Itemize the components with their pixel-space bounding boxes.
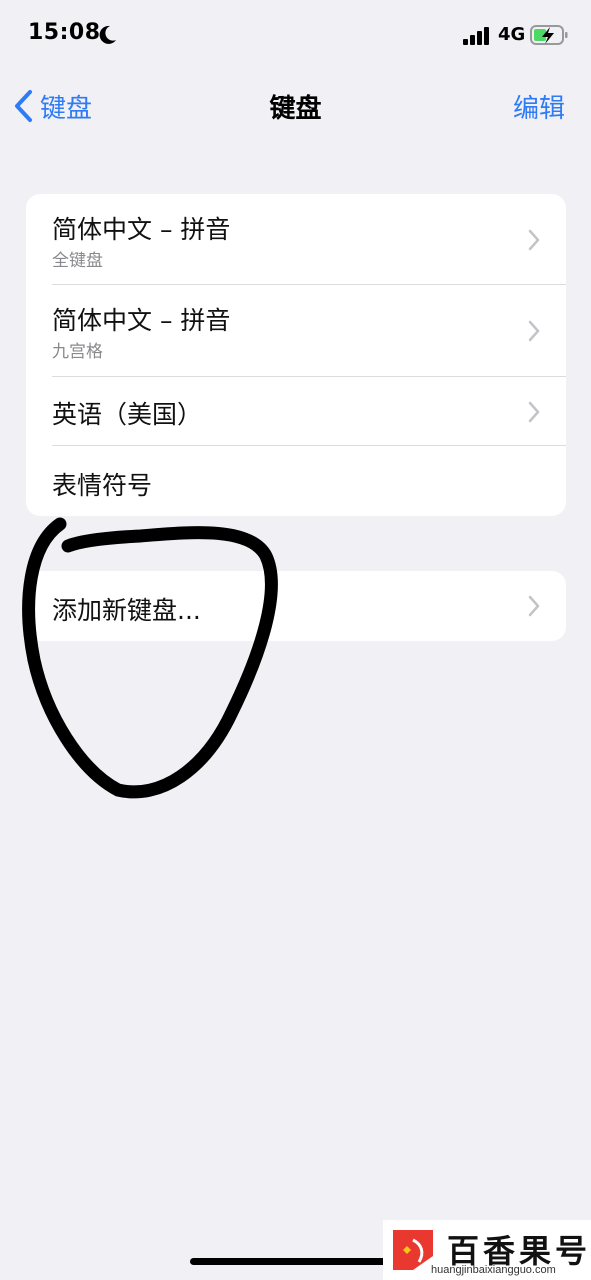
keyboard-title: 简体中文 – 拼音 — [52, 306, 231, 335]
chevron-right-icon — [528, 320, 540, 342]
page-title: 键盘 — [269, 94, 322, 124]
keyboard-row-emoji[interactable]: 表情符号 — [26, 446, 566, 516]
keyboard-subtitle: 九宫格 — [52, 342, 103, 362]
network-label: 4G — [498, 24, 526, 45]
keyboard-title: 表情符号 — [52, 471, 153, 500]
keyboard-row-pinyin-full[interactable]: 简体中文 – 拼音 全键盘 — [26, 194, 566, 285]
watermark-url: huangjinbaixiangguo.com — [431, 1264, 556, 1276]
add-keyboard-group: 添加新键盘... — [26, 571, 566, 641]
keyboard-subtitle: 全键盘 — [52, 251, 103, 271]
keyboard-row-pinyin-9key[interactable]: 简体中文 – 拼音 九宫格 — [26, 285, 566, 377]
edit-button[interactable]: 编辑 — [513, 88, 565, 125]
signal-icon — [463, 27, 489, 45]
keyboard-row-english-us[interactable]: 英语（美国） — [26, 377, 566, 446]
home-indicator — [190, 1258, 400, 1265]
add-keyboard-row[interactable]: 添加新键盘... — [26, 571, 566, 641]
keyboard-title: 简体中文 – 拼音 — [52, 215, 231, 244]
watermark: 百香果号 huangjinbaixiangguo.com — [383, 1220, 591, 1280]
keyboard-title: 英语（美国） — [52, 400, 203, 429]
status-bar: 15:08 4G — [0, 0, 591, 70]
keyboards-list: 简体中文 – 拼音 全键盘 简体中文 – 拼音 九宫格 英语（美国） 表情符号 — [26, 194, 566, 516]
chevron-right-icon — [528, 401, 540, 423]
navigation-bar: 键盘 键盘 编辑 — [0, 78, 591, 134]
status-time: 15:08 — [28, 20, 101, 45]
moon-icon — [99, 25, 116, 44]
add-keyboard-label: 添加新键盘... — [52, 596, 201, 625]
chevron-right-icon — [528, 595, 540, 617]
chevron-right-icon — [528, 229, 540, 251]
battery-charging-icon — [530, 25, 568, 45]
